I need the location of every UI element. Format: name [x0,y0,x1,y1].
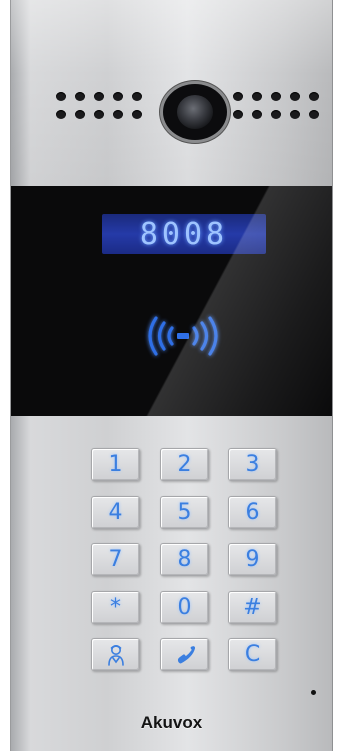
concierge-icon [107,644,124,666]
key-0[interactable]: 0 [160,591,209,624]
camera-icon [163,84,227,140]
key-label: 9 [245,547,260,572]
key-concierge[interactable] [91,638,140,671]
speaker-grille-left [56,92,142,128]
door-phone-panel: 8008 1 2 3 4 5 6 7 8 9 * 0 # [10,0,333,751]
key-star[interactable]: * [91,591,140,624]
key-label: 8 [177,547,192,572]
key-call[interactable] [160,638,209,671]
brand-logo: Akuvox [140,713,203,732]
key-9[interactable]: 9 [228,543,277,576]
key-label: 7 [108,547,123,572]
key-label: * [110,595,121,620]
key-7[interactable]: 7 [91,543,140,576]
phone-icon [177,645,195,663]
key-label: C [244,642,261,667]
key-2[interactable]: 2 [160,448,209,481]
key-1[interactable]: 1 [91,448,140,481]
key-label: 0 [177,595,192,620]
key-label: 6 [245,500,260,525]
glass-display-area: 8008 [11,186,332,416]
glass-reflection [11,186,332,416]
key-3[interactable]: 3 [228,448,277,481]
key-clear[interactable]: C [228,638,277,671]
key-label: 4 [108,500,123,525]
key-label: 1 [108,452,123,477]
key-label: 3 [245,452,260,477]
key-6[interactable]: 6 [228,496,277,529]
microphone-hole [311,690,316,695]
key-label: 2 [177,452,192,477]
key-8[interactable]: 8 [160,543,209,576]
key-5[interactable]: 5 [160,496,209,529]
key-4[interactable]: 4 [91,496,140,529]
camera-lens [177,95,213,129]
key-label: 5 [177,500,192,525]
key-label: # [243,595,262,620]
key-hash[interactable]: # [228,591,277,624]
speaker-grille-right [233,92,319,128]
